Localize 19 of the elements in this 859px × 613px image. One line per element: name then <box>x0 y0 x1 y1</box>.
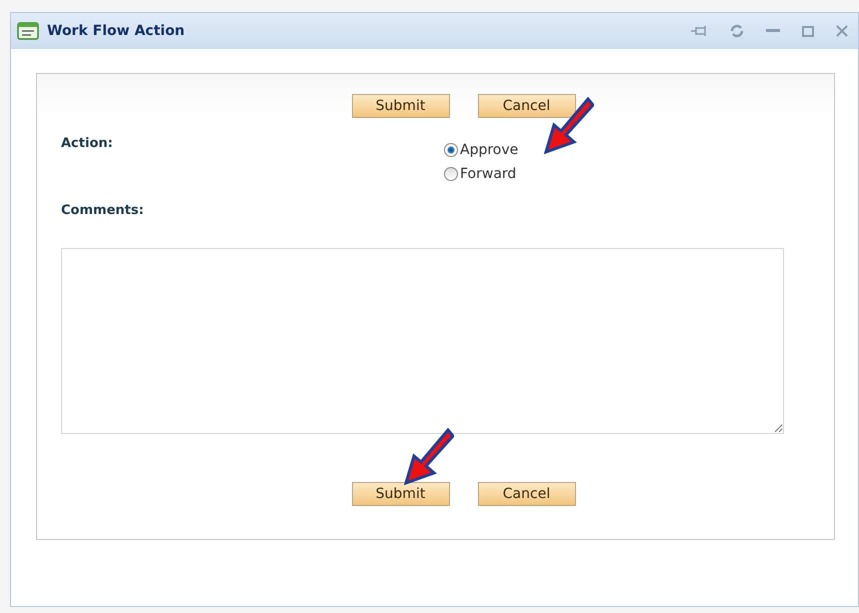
cancel-button[interactable]: Cancel <box>478 94 576 118</box>
option-label: Forward <box>460 166 516 182</box>
minimize-icon[interactable] <box>766 29 780 33</box>
maximize-icon[interactable] <box>802 26 814 36</box>
window-title: Work Flow Action <box>47 23 186 39</box>
comments-field[interactable] <box>61 248 784 434</box>
field-label: Comments: <box>61 203 145 218</box>
cancel-button[interactable]: Cancel <box>478 482 576 506</box>
radio-button[interactable] <box>444 167 458 181</box>
submit-button[interactable]: Submit <box>352 482 450 506</box>
refresh-icon[interactable] <box>730 24 744 38</box>
window-icon <box>17 22 39 40</box>
field-label: Action: <box>61 136 114 153</box>
submit-button[interactable]: Submit <box>352 94 450 118</box>
option-label: Approve <box>460 142 518 158</box>
pin-icon[interactable] <box>690 25 708 37</box>
close-icon[interactable] <box>836 25 848 37</box>
radio-button[interactable] <box>444 143 458 157</box>
arrow-annotation <box>404 428 454 486</box>
